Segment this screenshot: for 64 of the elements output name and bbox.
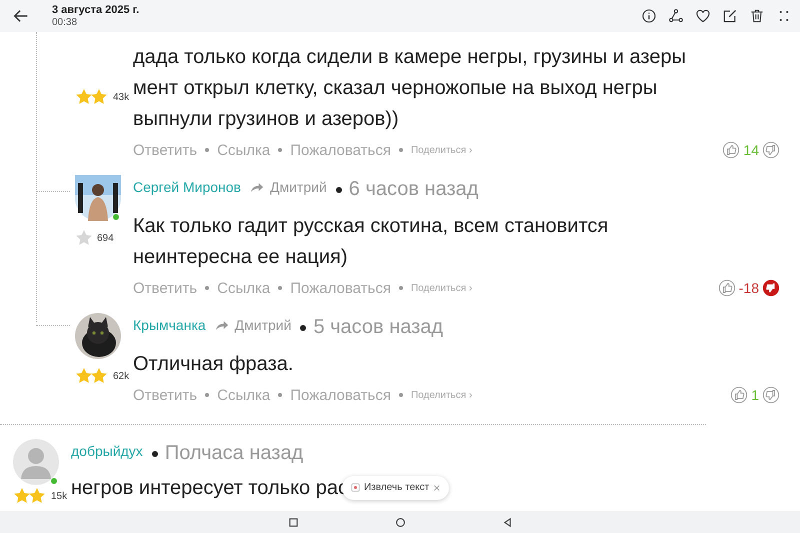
home-icon[interactable] xyxy=(394,516,406,528)
time-ago: 6 часов назад xyxy=(348,178,478,200)
separator-dot xyxy=(398,148,403,152)
action-link[interactable]: Ссылка xyxy=(217,386,270,404)
thumbs-up-icon[interactable] xyxy=(722,141,740,159)
action-link[interactable]: Ответить xyxy=(133,280,198,296)
action-link[interactable]: Пожаловаться xyxy=(290,142,391,158)
date-title: 3 августа 2025 г. xyxy=(52,4,140,17)
share-link[interactable]: Поделиться › xyxy=(410,144,472,156)
separator-dot xyxy=(205,286,210,290)
comment-text: Отличная фраза. xyxy=(133,352,294,377)
separator-dot xyxy=(278,393,282,397)
separator-dot xyxy=(205,393,210,397)
separator-dot xyxy=(152,451,158,457)
thumbs-down-icon[interactable] xyxy=(762,386,780,404)
user-score: 62k xyxy=(113,370,130,382)
edit-icon[interactable] xyxy=(722,8,738,24)
recents-icon[interactable] xyxy=(288,516,298,528)
time-ago: 5 часов назад xyxy=(313,316,444,338)
chip-label: Извлечь текст xyxy=(364,482,430,493)
separator-dot xyxy=(278,286,282,290)
rating-value: 14 xyxy=(743,142,759,158)
user-score: 15k xyxy=(51,490,68,502)
time-label: 00:38 xyxy=(52,16,78,28)
reply-arrow-icon xyxy=(214,320,229,330)
action-link[interactable]: Ответить xyxy=(133,386,198,404)
author-name[interactable]: Крымчанка xyxy=(133,317,206,333)
action-link[interactable]: Пожаловаться xyxy=(290,386,391,404)
user-score: 694 xyxy=(97,232,114,244)
separator-dot xyxy=(278,148,282,152)
time-ago: Полчаса назад xyxy=(164,442,304,464)
close-icon[interactable]: × xyxy=(433,480,440,494)
heart-icon[interactable] xyxy=(695,8,711,24)
reply-to-name[interactable]: Дмитрий xyxy=(270,179,327,195)
rating-value: 1 xyxy=(751,387,759,403)
reply-arrow-icon xyxy=(250,182,264,192)
thumbs-down-icon[interactable] xyxy=(762,141,780,159)
thumbs-up-icon[interactable] xyxy=(730,386,748,404)
comment-text: Как только гадит русская скотина, всем становится неинтересна ее нация) xyxy=(133,214,610,270)
separator-dot xyxy=(300,325,306,331)
separator-dot xyxy=(398,393,403,397)
rating-value: -18 xyxy=(738,280,759,296)
back-icon[interactable] xyxy=(502,516,512,528)
avatar[interactable] xyxy=(75,175,121,221)
author-name[interactable]: Сергей Миронов xyxy=(133,179,241,195)
separator-dot xyxy=(205,148,210,152)
author-name[interactable]: добрыйдух xyxy=(71,443,143,459)
action-link[interactable]: Пожаловаться xyxy=(290,280,391,296)
delete-icon[interactable] xyxy=(749,8,765,24)
scan-icon xyxy=(350,483,360,492)
info-icon[interactable] xyxy=(641,8,657,24)
action-link[interactable]: Ответить xyxy=(133,142,198,158)
share-link[interactable]: Поделиться › xyxy=(410,390,472,400)
user-score: 43k xyxy=(113,92,130,102)
action-link[interactable]: Ссылка xyxy=(217,280,270,296)
reply-to-name[interactable]: Дмитрий xyxy=(234,317,292,333)
share-icon[interactable] xyxy=(668,8,684,24)
separator-dot xyxy=(336,187,342,193)
separator-dot xyxy=(398,286,403,290)
thumbs-down-icon[interactable] xyxy=(762,279,780,297)
share-link[interactable]: Поделиться › xyxy=(410,282,472,294)
action-link[interactable]: Ссылка xyxy=(217,142,270,158)
thumbs-up-icon[interactable] xyxy=(718,279,736,297)
comment-text: дада только когда сидели в камере негры, грузины и азеры мент открыл клетку, сказал черножопые на выход негры выпнули грузинов и азеров)) xyxy=(133,45,687,132)
